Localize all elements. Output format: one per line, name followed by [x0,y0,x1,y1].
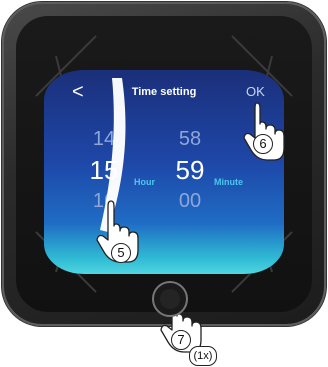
repeat-count-badge: (1x) [189,346,217,366]
hour-prev: 14 [92,128,116,150]
minute-current: 59 [175,155,205,185]
step-badge-button: 7 [171,330,191,350]
step-badge-ok: 6 [253,134,273,154]
home-button[interactable] [152,281,188,317]
hour-unit-label: Hour [134,177,155,187]
hour-current: 15 [89,155,119,185]
hour-picker[interactable]: 14 15 16 [84,128,124,212]
ok-button[interactable]: OK [246,84,265,99]
screen-header: < Time setting OK [44,70,284,112]
minute-picker[interactable]: 58 59 00 [168,128,212,212]
display-screen: < Time setting OK 14 15 16 Hour 58 59 00… [44,70,284,274]
minute-next: 00 [178,190,202,212]
minute-prev: 58 [178,128,202,150]
minute-unit-label: Minute [214,177,243,187]
step-badge-swipe: 5 [111,243,131,263]
hour-next: 16 [92,190,116,212]
